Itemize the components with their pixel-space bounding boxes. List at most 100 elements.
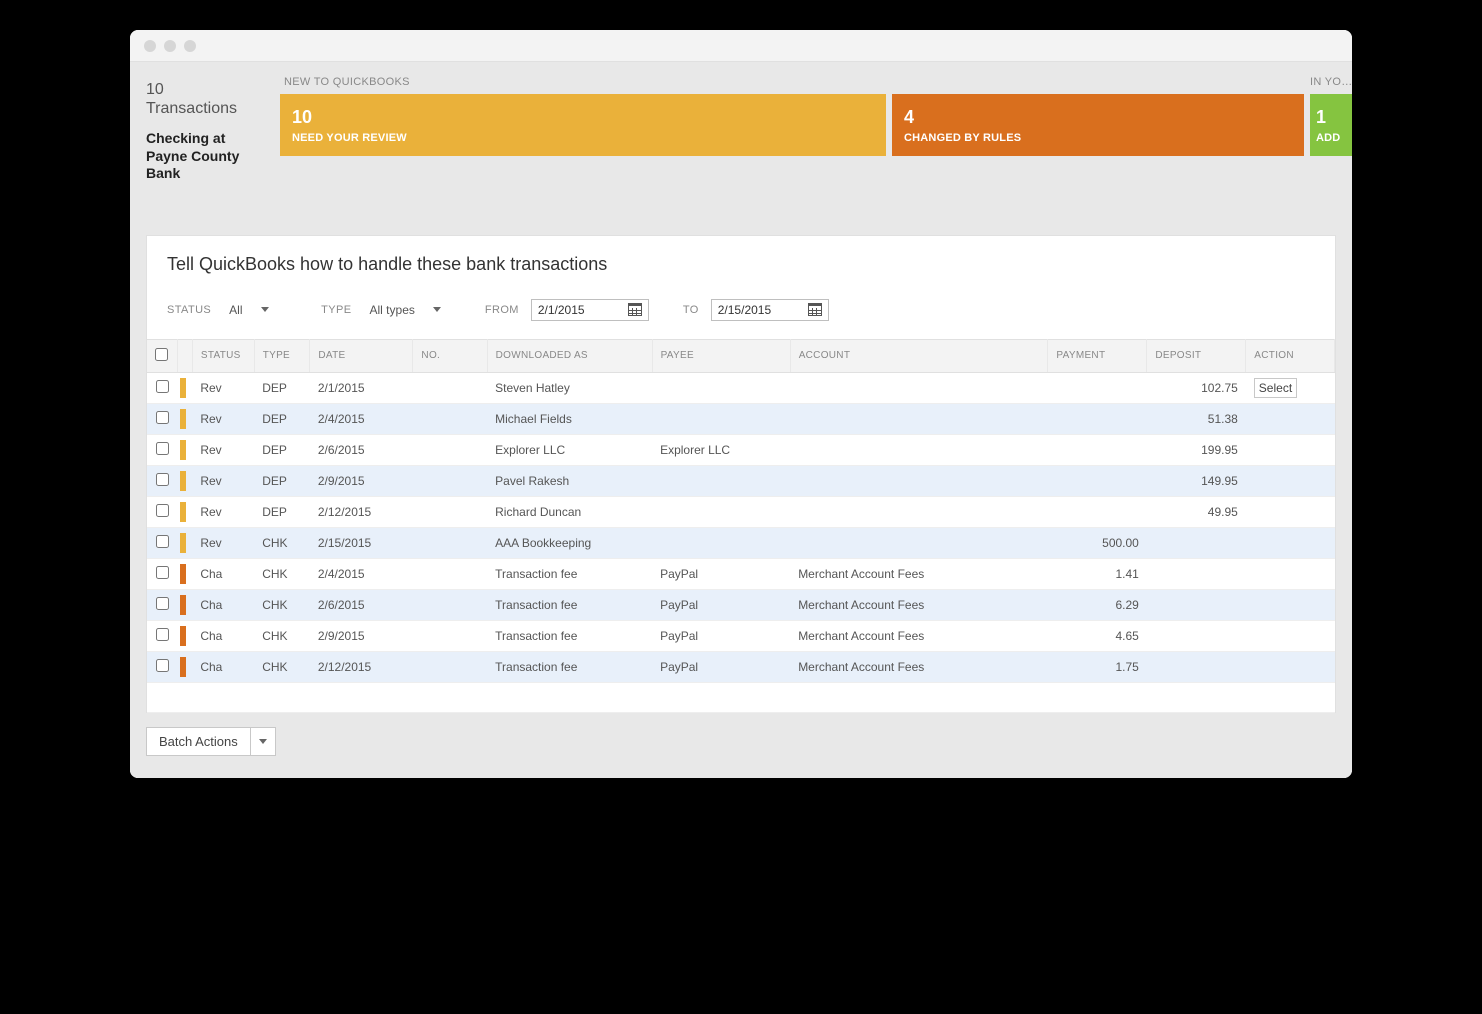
select-all-checkbox[interactable] bbox=[155, 348, 168, 361]
table-row[interactable]: RevDEP2/4/2015Michael Fields51.38 bbox=[147, 403, 1335, 434]
batch-actions-button[interactable]: Batch Actions bbox=[146, 727, 276, 756]
window-control-close[interactable] bbox=[144, 40, 156, 52]
row-checkbox[interactable] bbox=[156, 411, 169, 424]
cell-no bbox=[413, 651, 487, 682]
cell-downloaded-as: Transaction fee bbox=[487, 651, 652, 682]
cell-deposit bbox=[1147, 527, 1246, 558]
cell-type: DEP bbox=[254, 372, 310, 403]
table-row[interactable]: ChaCHK2/4/2015Transaction feePayPalMerch… bbox=[147, 558, 1335, 589]
filter-to-label: TO bbox=[683, 304, 699, 316]
cell-status: Rev bbox=[192, 403, 254, 434]
col-type[interactable]: TYPE bbox=[254, 339, 310, 372]
cell-payee bbox=[652, 403, 790, 434]
cell-date: 2/6/2015 bbox=[310, 434, 413, 465]
cell-payment bbox=[1048, 496, 1147, 527]
table-row[interactable]: RevDEP2/1/2015Steven Hatley102.75Select bbox=[147, 372, 1335, 403]
cell-type: CHK bbox=[254, 620, 310, 651]
cell-no bbox=[413, 589, 487, 620]
cell-payee: PayPal bbox=[652, 589, 790, 620]
status-chip bbox=[180, 409, 186, 429]
filter-type-select[interactable]: All types bbox=[364, 299, 447, 321]
cell-status: Cha bbox=[192, 558, 254, 589]
row-checkbox[interactable] bbox=[156, 535, 169, 548]
filter-status-select[interactable]: All bbox=[223, 299, 283, 321]
transactions-panel: Tell QuickBooks how to handle these bank… bbox=[146, 235, 1336, 713]
row-action-select[interactable]: Select bbox=[1254, 378, 1297, 398]
cell-account: Merchant Account Fees bbox=[790, 620, 1048, 651]
col-date[interactable]: DATE bbox=[310, 339, 413, 372]
chevron-down-icon bbox=[261, 307, 269, 312]
row-checkbox[interactable] bbox=[156, 566, 169, 579]
cell-no bbox=[413, 527, 487, 558]
cell-payment bbox=[1048, 403, 1147, 434]
tile-group-left-label: NEW TO QUICKBOOKS bbox=[280, 76, 1310, 88]
cell-payee: Explorer LLC bbox=[652, 434, 790, 465]
cell-payment: 6.29 bbox=[1048, 589, 1147, 620]
status-chip bbox=[180, 471, 186, 491]
col-status[interactable]: STATUS bbox=[192, 339, 254, 372]
cell-status: Cha bbox=[192, 620, 254, 651]
cell-account: Merchant Account Fees bbox=[790, 651, 1048, 682]
cell-type: DEP bbox=[254, 403, 310, 434]
row-checkbox[interactable] bbox=[156, 380, 169, 393]
cell-date: 2/15/2015 bbox=[310, 527, 413, 558]
chevron-down-icon bbox=[433, 307, 441, 312]
cell-deposit bbox=[1147, 651, 1246, 682]
cell-deposit: 51.38 bbox=[1147, 403, 1246, 434]
filter-to-date[interactable]: 2/15/2015 bbox=[711, 299, 829, 321]
window-control-zoom[interactable] bbox=[184, 40, 196, 52]
table-row[interactable]: RevDEP2/12/2015Richard Duncan49.95 bbox=[147, 496, 1335, 527]
cell-no bbox=[413, 558, 487, 589]
cell-account: Merchant Account Fees bbox=[790, 558, 1048, 589]
tile-changed-by-rules[interactable]: 4 CHANGED BY RULES bbox=[892, 94, 1304, 156]
row-checkbox[interactable] bbox=[156, 504, 169, 517]
window-control-minimize[interactable] bbox=[164, 40, 176, 52]
cell-date: 2/1/2015 bbox=[310, 372, 413, 403]
filter-from-date[interactable]: 2/1/2015 bbox=[531, 299, 649, 321]
table-row[interactable]: ChaCHK2/9/2015Transaction feePayPalMerch… bbox=[147, 620, 1335, 651]
row-checkbox[interactable] bbox=[156, 659, 169, 672]
status-chip bbox=[180, 564, 186, 584]
cell-type: DEP bbox=[254, 434, 310, 465]
table-row[interactable]: ChaCHK2/6/2015Transaction feePayPalMerch… bbox=[147, 589, 1335, 620]
col-downloaded-as[interactable]: DOWNLOADED AS bbox=[487, 339, 652, 372]
row-checkbox[interactable] bbox=[156, 473, 169, 486]
filter-from-value: 2/1/2015 bbox=[538, 303, 585, 317]
table-header-row: STATUS TYPE DATE NO. DOWNLOADED AS PAYEE… bbox=[147, 339, 1335, 372]
cell-downloaded-as: Explorer LLC bbox=[487, 434, 652, 465]
cell-deposit bbox=[1147, 589, 1246, 620]
cell-payment: 4.65 bbox=[1048, 620, 1147, 651]
table-row[interactable]: RevDEP2/6/2015Explorer LLCExplorer LLC19… bbox=[147, 434, 1335, 465]
col-payee[interactable]: PAYEE bbox=[652, 339, 790, 372]
cell-payment bbox=[1048, 372, 1147, 403]
cell-payment: 500.00 bbox=[1048, 527, 1147, 558]
cell-date: 2/12/2015 bbox=[310, 496, 413, 527]
status-chip bbox=[180, 378, 186, 398]
status-chip bbox=[180, 626, 186, 646]
cell-status: Cha bbox=[192, 651, 254, 682]
tile-add[interactable]: 1 ADD bbox=[1310, 94, 1352, 156]
row-checkbox[interactable] bbox=[156, 628, 169, 641]
row-checkbox[interactable] bbox=[156, 597, 169, 610]
cell-status: Rev bbox=[192, 434, 254, 465]
table-row[interactable]: RevCHK2/15/2015AAA Bookkeeping500.00 bbox=[147, 527, 1335, 558]
cell-payee: PayPal bbox=[652, 558, 790, 589]
cell-downloaded-as: Transaction fee bbox=[487, 620, 652, 651]
tile-need-review[interactable]: 10 NEED YOUR REVIEW bbox=[280, 94, 886, 156]
row-checkbox[interactable] bbox=[156, 442, 169, 455]
col-action[interactable]: ACTION bbox=[1246, 339, 1335, 372]
table-row[interactable]: ChaCHK2/12/2015Transaction feePayPalMerc… bbox=[147, 651, 1335, 682]
col-payment[interactable]: PAYMENT bbox=[1048, 339, 1147, 372]
col-no[interactable]: NO. bbox=[413, 339, 487, 372]
table-row[interactable]: RevDEP2/9/2015Pavel Rakesh149.95 bbox=[147, 465, 1335, 496]
filter-status-value: All bbox=[229, 303, 242, 317]
cell-downloaded-as: Michael Fields bbox=[487, 403, 652, 434]
account-summary: 10 Transactions Checking at Payne County… bbox=[130, 62, 280, 195]
cell-status: Rev bbox=[192, 496, 254, 527]
col-account[interactable]: ACCOUNT bbox=[790, 339, 1048, 372]
col-deposit[interactable]: DEPOSIT bbox=[1147, 339, 1246, 372]
cell-status: Rev bbox=[192, 372, 254, 403]
cell-status: Rev bbox=[192, 465, 254, 496]
cell-date: 2/4/2015 bbox=[310, 558, 413, 589]
tile-group-labels: NEW TO QUICKBOOKS IN YO… bbox=[280, 76, 1352, 88]
